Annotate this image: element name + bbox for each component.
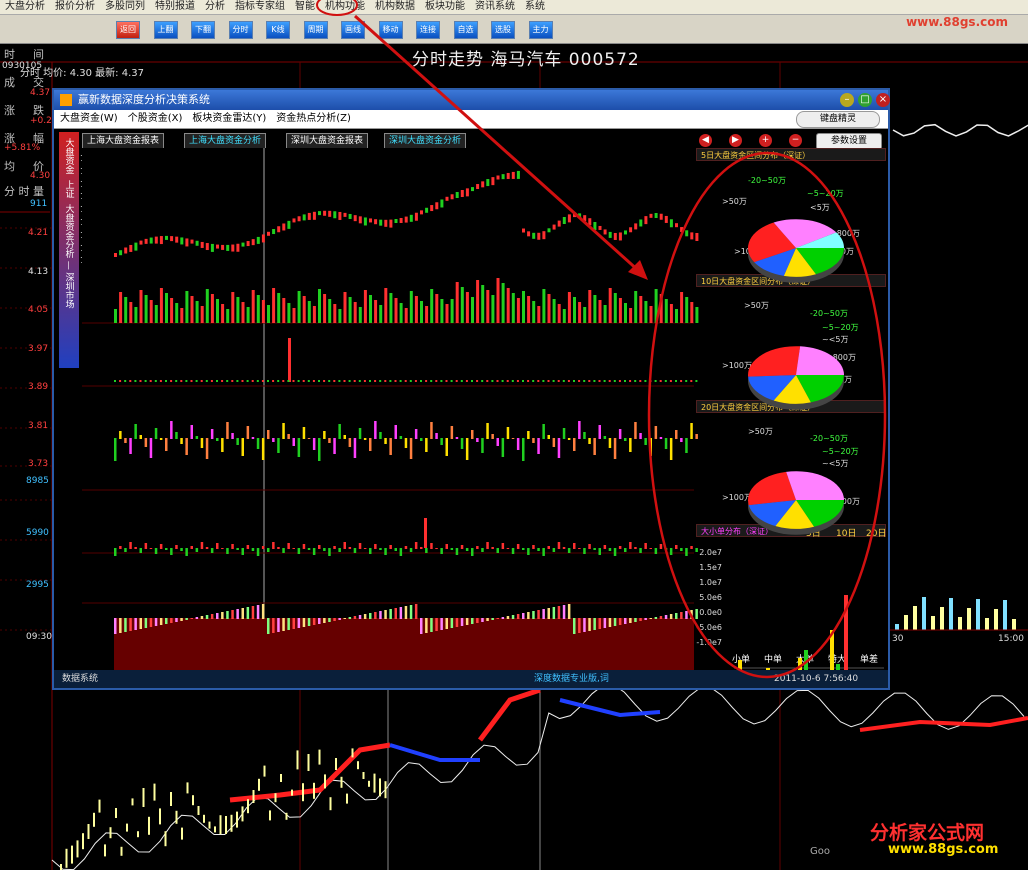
app-root: 30 15:00 大盘分析 报价分析 多股同列 特别报道 分析 指标专家组 智能 机构功能 机构数… [0,0,1028,870]
background-chart-canvas [0,0,1028,870]
